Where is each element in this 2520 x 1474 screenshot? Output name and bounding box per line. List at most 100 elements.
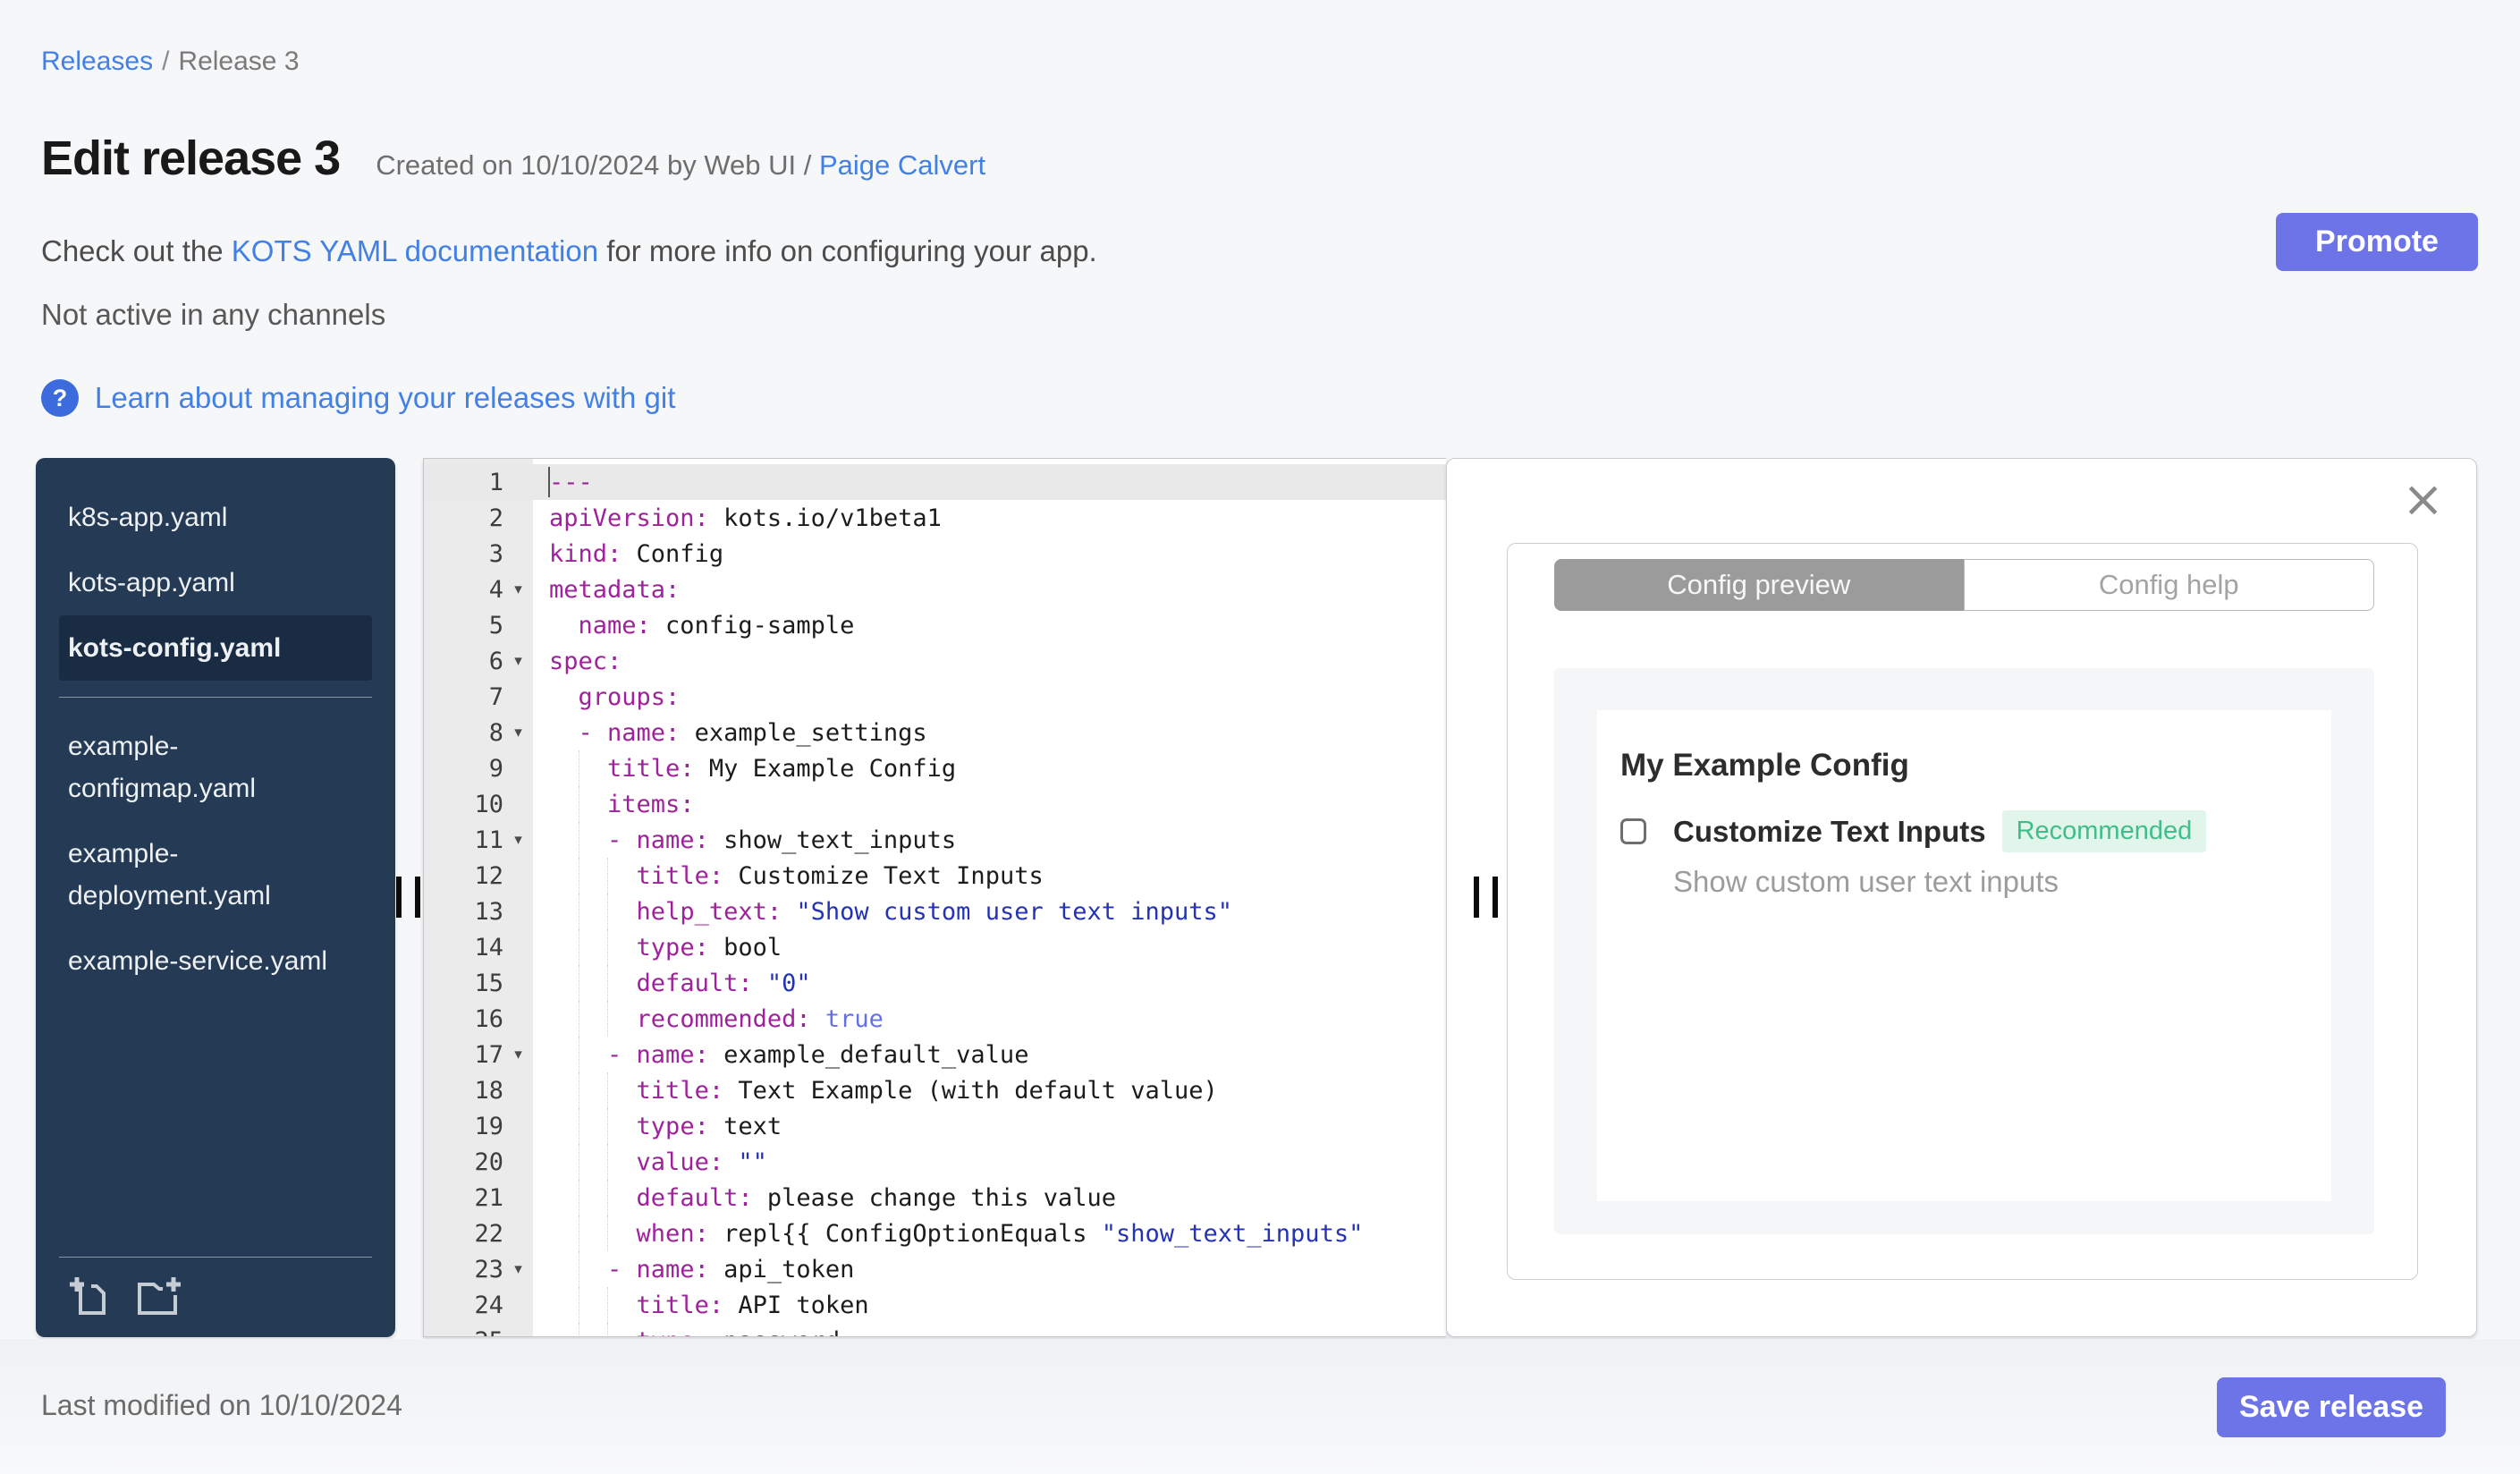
line-number: 20 bbox=[474, 1148, 503, 1176]
new-file-icon[interactable] bbox=[66, 1274, 109, 1319]
code-line-14[interactable]: 14 type: bool bbox=[424, 929, 1446, 965]
file-list: k8s-app.yaml kots-app.yaml kots-config.yam… bbox=[36, 458, 395, 994]
code-text: type: text bbox=[533, 1108, 1446, 1144]
line-number: 17 bbox=[474, 1040, 503, 1069]
config-checkbox[interactable] bbox=[1620, 818, 1646, 844]
line-number: 18 bbox=[474, 1076, 503, 1105]
line-number: 3 bbox=[488, 539, 503, 568]
sidebar-resize-handle[interactable] bbox=[396, 877, 420, 918]
code-line-15[interactable]: 15 default: "0" bbox=[424, 965, 1446, 1001]
config-group-title: My Example Config bbox=[1620, 748, 1909, 783]
line-number: 19 bbox=[474, 1112, 503, 1140]
text-cursor bbox=[548, 467, 550, 497]
doc-line: Check out the KOTS YAML documentation fo… bbox=[41, 234, 1097, 267]
sidebar-file-k8s-app.yaml[interactable]: k8s-app.yaml bbox=[59, 485, 372, 550]
editor-lines: 1 --- 2 apiVersion: kots.io/v1beta1 3 kind: C… bbox=[424, 459, 1446, 1337]
preview-resize-handle[interactable] bbox=[1474, 877, 1498, 918]
code-line-10[interactable]: 10 items: bbox=[424, 786, 1446, 822]
code-line-3[interactable]: 3 kind: Config bbox=[424, 536, 1446, 572]
fold-arrow-icon[interactable]: ▾ bbox=[503, 652, 533, 670]
code-text: name: config-sample bbox=[578, 611, 855, 640]
created-info: Created on 10/10/2024 by Web UI / Paige … bbox=[376, 149, 986, 181]
code-text: - name: show_text_inputs bbox=[533, 822, 1446, 858]
line-number: 25 bbox=[424, 1327, 503, 1337]
fold-arrow-icon[interactable]: ▾ bbox=[503, 580, 533, 598]
code-line-8[interactable]: 8 ▾ - name: example_settings bbox=[424, 715, 1446, 750]
line-number: 7 bbox=[488, 682, 503, 711]
sidebar-file-kots-app.yaml[interactable]: kots-app.yaml bbox=[59, 550, 372, 615]
fold-arrow-icon[interactable]: ▾ bbox=[503, 724, 533, 741]
sidebar-footer bbox=[59, 1257, 372, 1319]
code-text: items: bbox=[533, 786, 1446, 822]
code-line-11[interactable]: 11 ▾ - name: show_text_inputs bbox=[424, 822, 1446, 858]
sidebar-file-example-service.yaml[interactable]: example-service.yaml bbox=[59, 928, 372, 994]
code-text: value: "" bbox=[533, 1144, 1446, 1180]
line-number: 5 bbox=[488, 611, 503, 640]
sidebar-file-example-deployment.yaml[interactable]: example-deployment.yaml bbox=[59, 821, 372, 928]
code-line-18[interactable]: 18 title: Text Example (with default val… bbox=[424, 1072, 1446, 1108]
line-number: 23 bbox=[474, 1255, 503, 1283]
indent-guide bbox=[607, 965, 609, 1001]
config-option-row: Customize Text Inputs Recommended bbox=[1620, 810, 2308, 852]
tab-config-help[interactable]: Config help bbox=[1963, 559, 2374, 611]
code-line-12[interactable]: 12 title: Customize Text Inputs bbox=[424, 858, 1446, 894]
code-text: default: "0" bbox=[533, 965, 1446, 1001]
breadcrumb-releases-link[interactable]: Releases bbox=[41, 47, 153, 76]
indent-guide bbox=[607, 1323, 609, 1336]
code-line-25[interactable]: 25 type: password bbox=[424, 1323, 1446, 1337]
code-line-4[interactable]: 4 ▾ metadata: bbox=[424, 572, 1446, 607]
new-folder-icon[interactable] bbox=[134, 1274, 182, 1319]
code-line-19[interactable]: 19 type: text bbox=[424, 1108, 1446, 1144]
sidebar-file-kots-config.yaml[interactable]: kots-config.yaml bbox=[59, 615, 372, 681]
code-line-22[interactable]: 22 when: repl{{ ConfigOptionEquals "show… bbox=[424, 1216, 1446, 1251]
indent-guide bbox=[607, 1072, 609, 1108]
close-icon[interactable]: × bbox=[2402, 475, 2444, 525]
code-line-16[interactable]: 16 recommended: true bbox=[424, 1001, 1446, 1037]
code-line-1[interactable]: 1 --- bbox=[424, 464, 1446, 500]
line-number: 16 bbox=[474, 1004, 503, 1033]
save-release-button[interactable]: Save release bbox=[2217, 1377, 2446, 1437]
line-number: 22 bbox=[474, 1219, 503, 1248]
yaml-editor[interactable]: 1 --- 2 apiVersion: kots.io/v1beta1 3 kind: C… bbox=[423, 458, 1446, 1337]
indent-guide bbox=[607, 1001, 609, 1037]
promote-button[interactable]: Promote bbox=[2276, 213, 2478, 271]
indent-guide bbox=[607, 1216, 609, 1251]
code-line-9[interactable]: 9 title: My Example Config bbox=[424, 750, 1446, 786]
code-line-21[interactable]: 21 default: please change this value bbox=[424, 1180, 1446, 1216]
code-text: help_text: "Show custom user text inputs… bbox=[533, 894, 1446, 929]
line-number: 4 bbox=[488, 575, 503, 604]
code-text: - name: api_token bbox=[533, 1251, 1446, 1287]
code-line-20[interactable]: 20 value: "" bbox=[424, 1144, 1446, 1180]
code-text: - name: example_settings bbox=[578, 718, 927, 747]
indent-guide bbox=[607, 929, 609, 965]
kots-yaml-doc-link[interactable]: KOTS YAML documentation bbox=[232, 234, 598, 267]
code-line-23[interactable]: 23 ▾ - name: api_token bbox=[424, 1251, 1446, 1287]
code-text: - name: example_default_value bbox=[533, 1037, 1446, 1072]
author-link[interactable]: Paige Calvert bbox=[819, 149, 985, 181]
question-icon: ? bbox=[41, 379, 79, 417]
sidebar-file-example-configmap.yaml[interactable]: example-configmap.yaml bbox=[59, 714, 372, 821]
indent-guide bbox=[607, 1287, 609, 1323]
line-number: 12 bbox=[474, 861, 503, 890]
code-line-24[interactable]: 24 title: API token bbox=[424, 1287, 1446, 1323]
code-text: kind: Config bbox=[549, 539, 724, 568]
code-line-5[interactable]: 5 name: config-sample bbox=[424, 607, 1446, 643]
git-releases-link[interactable]: Learn about managing your releases with … bbox=[95, 381, 675, 415]
code-line-2[interactable]: 2 apiVersion: kots.io/v1beta1 bbox=[424, 500, 1446, 536]
code-text: spec: bbox=[549, 647, 622, 675]
line-number: 10 bbox=[474, 790, 503, 818]
code-text: title: API token bbox=[533, 1287, 1446, 1323]
code-line-13[interactable]: 13 help_text: "Show custom user text inp… bbox=[424, 894, 1446, 929]
config-preview-panel: × Config preview Config help My Example … bbox=[1446, 458, 2477, 1337]
code-line-7[interactable]: 7 groups: bbox=[424, 679, 1446, 715]
config-form-card: My Example Config Customize Text Inputs … bbox=[1597, 710, 2331, 1201]
code-line-17[interactable]: 17 ▾ - name: example_default_value bbox=[424, 1037, 1446, 1072]
fold-arrow-icon[interactable]: ▾ bbox=[503, 831, 533, 849]
indent-guide bbox=[607, 858, 609, 894]
code-text: when: repl{{ ConfigOptionEquals "show_te… bbox=[533, 1216, 1446, 1251]
fold-arrow-icon[interactable]: ▾ bbox=[503, 1046, 533, 1063]
tab-config-preview[interactable]: Config preview bbox=[1554, 559, 1964, 611]
fold-arrow-icon[interactable]: ▾ bbox=[503, 1260, 533, 1278]
code-line-6[interactable]: 6 ▾ spec: bbox=[424, 643, 1446, 679]
indent-guide bbox=[607, 1108, 609, 1144]
